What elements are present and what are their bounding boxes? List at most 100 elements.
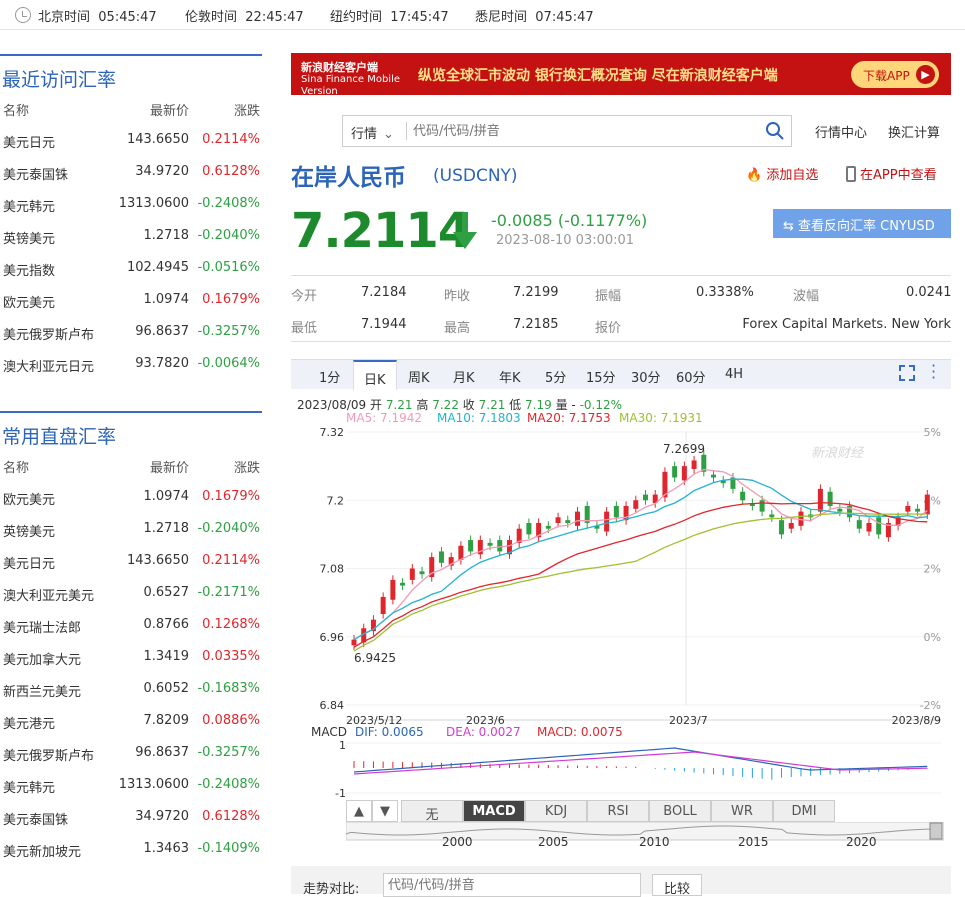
- candle: [759, 500, 765, 512]
- rate-price: 0.8766: [143, 617, 190, 632]
- navigator-year: 2005: [538, 835, 569, 849]
- candle: [866, 523, 872, 532]
- rate-name[interactable]: 美元泰国铢: [3, 164, 68, 183]
- range-navigator[interactable]: 2000 2005 2010 2015 2020: [346, 822, 944, 852]
- navigator-handle[interactable]: [929, 822, 943, 840]
- compare-button[interactable]: 比较: [652, 874, 702, 897]
- rate-row[interactable]: 美元泰国铢 34.9720 0.6128%: [0, 801, 262, 833]
- rate-row[interactable]: 新西兰元美元 0.6052 -0.1683%: [0, 673, 262, 705]
- rate-name[interactable]: 美元韩元: [3, 196, 55, 215]
- rate-row[interactable]: 澳大利亚元日元 93.7820 -0.0064%: [0, 348, 262, 380]
- x-tick-label: 2023/7: [669, 714, 708, 727]
- tab-weekly[interactable]: 周K: [408, 367, 430, 386]
- indicator-wr[interactable]: WR: [711, 800, 773, 822]
- rate-row[interactable]: 英镑美元 1.2718 -0.2040%: [0, 513, 262, 545]
- tab-monthly[interactable]: 月K: [453, 367, 475, 386]
- up-arrow-button[interactable]: ▲: [346, 800, 372, 822]
- app-banner[interactable]: 新浪财经客户端 Sina Finance Mobile Version 纵览全球汇…: [291, 53, 951, 98]
- macd-bottom: -1: [335, 787, 346, 800]
- tab-daily[interactable]: 日K: [353, 360, 397, 390]
- rate-change: 0.2114%: [202, 553, 260, 568]
- search-icon[interactable]: [765, 121, 785, 141]
- rate-name[interactable]: 美元日元: [3, 553, 55, 572]
- fullscreen-icon[interactable]: [899, 365, 915, 381]
- rate-row[interactable]: 美元瑞士法郎 0.8766 0.1268%: [0, 609, 262, 641]
- col-price: 最新价: [149, 461, 189, 476]
- candle: [419, 571, 425, 575]
- tab-5min[interactable]: 5分: [545, 367, 566, 386]
- rate-row[interactable]: 美元指数 102.4945 -0.0516%: [0, 252, 262, 284]
- rate-price: 1313.0600: [118, 196, 189, 211]
- candle: [468, 540, 474, 552]
- indicator-dmi[interactable]: DMI: [773, 800, 835, 822]
- pct-tick-label: -2%: [920, 699, 941, 712]
- rate-row[interactable]: 美元韩元 1313.0600 -0.2408%: [0, 188, 262, 220]
- rate-name[interactable]: 英镑美元: [3, 521, 55, 540]
- compare-input[interactable]: [383, 873, 641, 897]
- rate-row[interactable]: 美元韩元 1313.0600 -0.2408%: [0, 769, 262, 801]
- rate-name[interactable]: 美元泰国铢: [3, 809, 68, 828]
- rate-name[interactable]: 美元瑞士法郎: [3, 617, 81, 636]
- tab-60min[interactable]: 60分: [676, 367, 706, 386]
- tab-15min[interactable]: 15分: [586, 367, 616, 386]
- rate-price: 1.2718: [143, 228, 190, 243]
- rate-price: 1.0974: [143, 489, 190, 504]
- download-app-button[interactable]: 下载APP ▶: [851, 61, 939, 88]
- indicator-none[interactable]: 无: [401, 800, 463, 823]
- rate-change: -0.1409%: [197, 841, 260, 856]
- rate-name[interactable]: 澳大利亚元日元: [3, 356, 94, 375]
- market-center-link[interactable]: 行情中心: [815, 122, 867, 141]
- rate-row[interactable]: 美元俄罗斯卢布 96.8637 -0.3257%: [0, 316, 262, 348]
- rate-name[interactable]: 美元加拿大元: [3, 649, 81, 668]
- rate-name[interactable]: 欧元美元: [3, 489, 55, 508]
- rate-name[interactable]: 美元俄罗斯卢布: [3, 745, 94, 764]
- rate-price: 143.6650: [126, 553, 189, 568]
- rate-name[interactable]: 美元俄罗斯卢布: [3, 324, 94, 343]
- rate-row[interactable]: 美元加拿大元 1.3419 0.0335%: [0, 641, 262, 673]
- rate-name[interactable]: 美元港元: [3, 713, 55, 732]
- tab-4h[interactable]: 4H: [725, 367, 743, 382]
- exchange-calc-link[interactable]: 换汇计算: [888, 122, 940, 141]
- indicator-boll[interactable]: BOLL: [649, 800, 711, 822]
- rate-row[interactable]: 美元泰国铢 34.9720 0.6128%: [0, 156, 262, 188]
- view-in-app-button[interactable]: 在APP中查看: [846, 164, 937, 183]
- rate-row[interactable]: 美元俄罗斯卢布 96.8637 -0.3257%: [0, 737, 262, 769]
- rate-name[interactable]: 美元日元: [3, 132, 55, 151]
- rate-row[interactable]: 欧元美元 1.0974 0.1679%: [0, 481, 262, 513]
- rate-row[interactable]: 英镑美元 1.2718 -0.2040%: [0, 220, 262, 252]
- rate-name[interactable]: 欧元美元: [3, 292, 55, 311]
- rate-name[interactable]: 美元指数: [3, 260, 55, 279]
- rate-name[interactable]: 新西兰元美元: [3, 681, 81, 700]
- rate-row[interactable]: 美元新加坡元 1.3463 -0.1409%: [0, 833, 262, 865]
- search-input[interactable]: [413, 119, 753, 143]
- rate-row[interactable]: 欧元美元 1.0974 0.1679%: [0, 284, 262, 316]
- indicator-rsi[interactable]: RSI: [587, 800, 649, 822]
- prev-label: 昨收: [444, 289, 471, 304]
- rate-price: 102.4945: [126, 260, 189, 275]
- sina-logo: 新浪财经客户端 Sina Finance Mobile Version: [301, 61, 401, 98]
- indicator-kdj[interactable]: KDJ: [525, 800, 587, 822]
- tab-yearly[interactable]: 年K: [499, 367, 521, 386]
- reverse-rate-button[interactable]: ⇆ 查看反向汇率 CNYUSD: [773, 209, 951, 238]
- rate-change: -0.2408%: [197, 196, 260, 211]
- rate-name[interactable]: 美元新加坡元: [3, 841, 81, 860]
- rate-row[interactable]: 美元日元 143.6650 0.2114%: [0, 545, 262, 577]
- tab-30min[interactable]: 30分: [631, 367, 661, 386]
- tab-1min[interactable]: 1分: [319, 367, 340, 386]
- rate-name[interactable]: 英镑美元: [3, 228, 55, 247]
- indicator-macd[interactable]: MACD: [463, 800, 525, 822]
- add-favorite-button[interactable]: 🔥 添加自选: [746, 164, 818, 183]
- rate-row[interactable]: 美元日元 143.6650 0.2114%: [0, 124, 262, 156]
- rate-row[interactable]: 澳大利亚元美元 0.6527 -0.2171%: [0, 577, 262, 609]
- open-label: 今开: [291, 289, 318, 304]
- rate-row[interactable]: 美元港元 7.8209 0.0886%: [0, 705, 262, 737]
- down-arrow-button[interactable]: ▼: [372, 800, 398, 822]
- rate-name[interactable]: 美元韩元: [3, 777, 55, 796]
- kline-chart[interactable]: 7.32 5%7.2 4%7.08 2%6.96 0%6.84 -2%新浪财经7.2699…: [291, 425, 965, 800]
- macd-label: MACD: [311, 725, 347, 739]
- rate-name[interactable]: 澳大利亚元美元: [3, 585, 94, 604]
- candle: [555, 517, 561, 523]
- candle: [827, 491, 833, 506]
- category-select[interactable]: 行情 ⌄: [351, 123, 394, 142]
- more-icon[interactable]: · · ·: [931, 358, 936, 386]
